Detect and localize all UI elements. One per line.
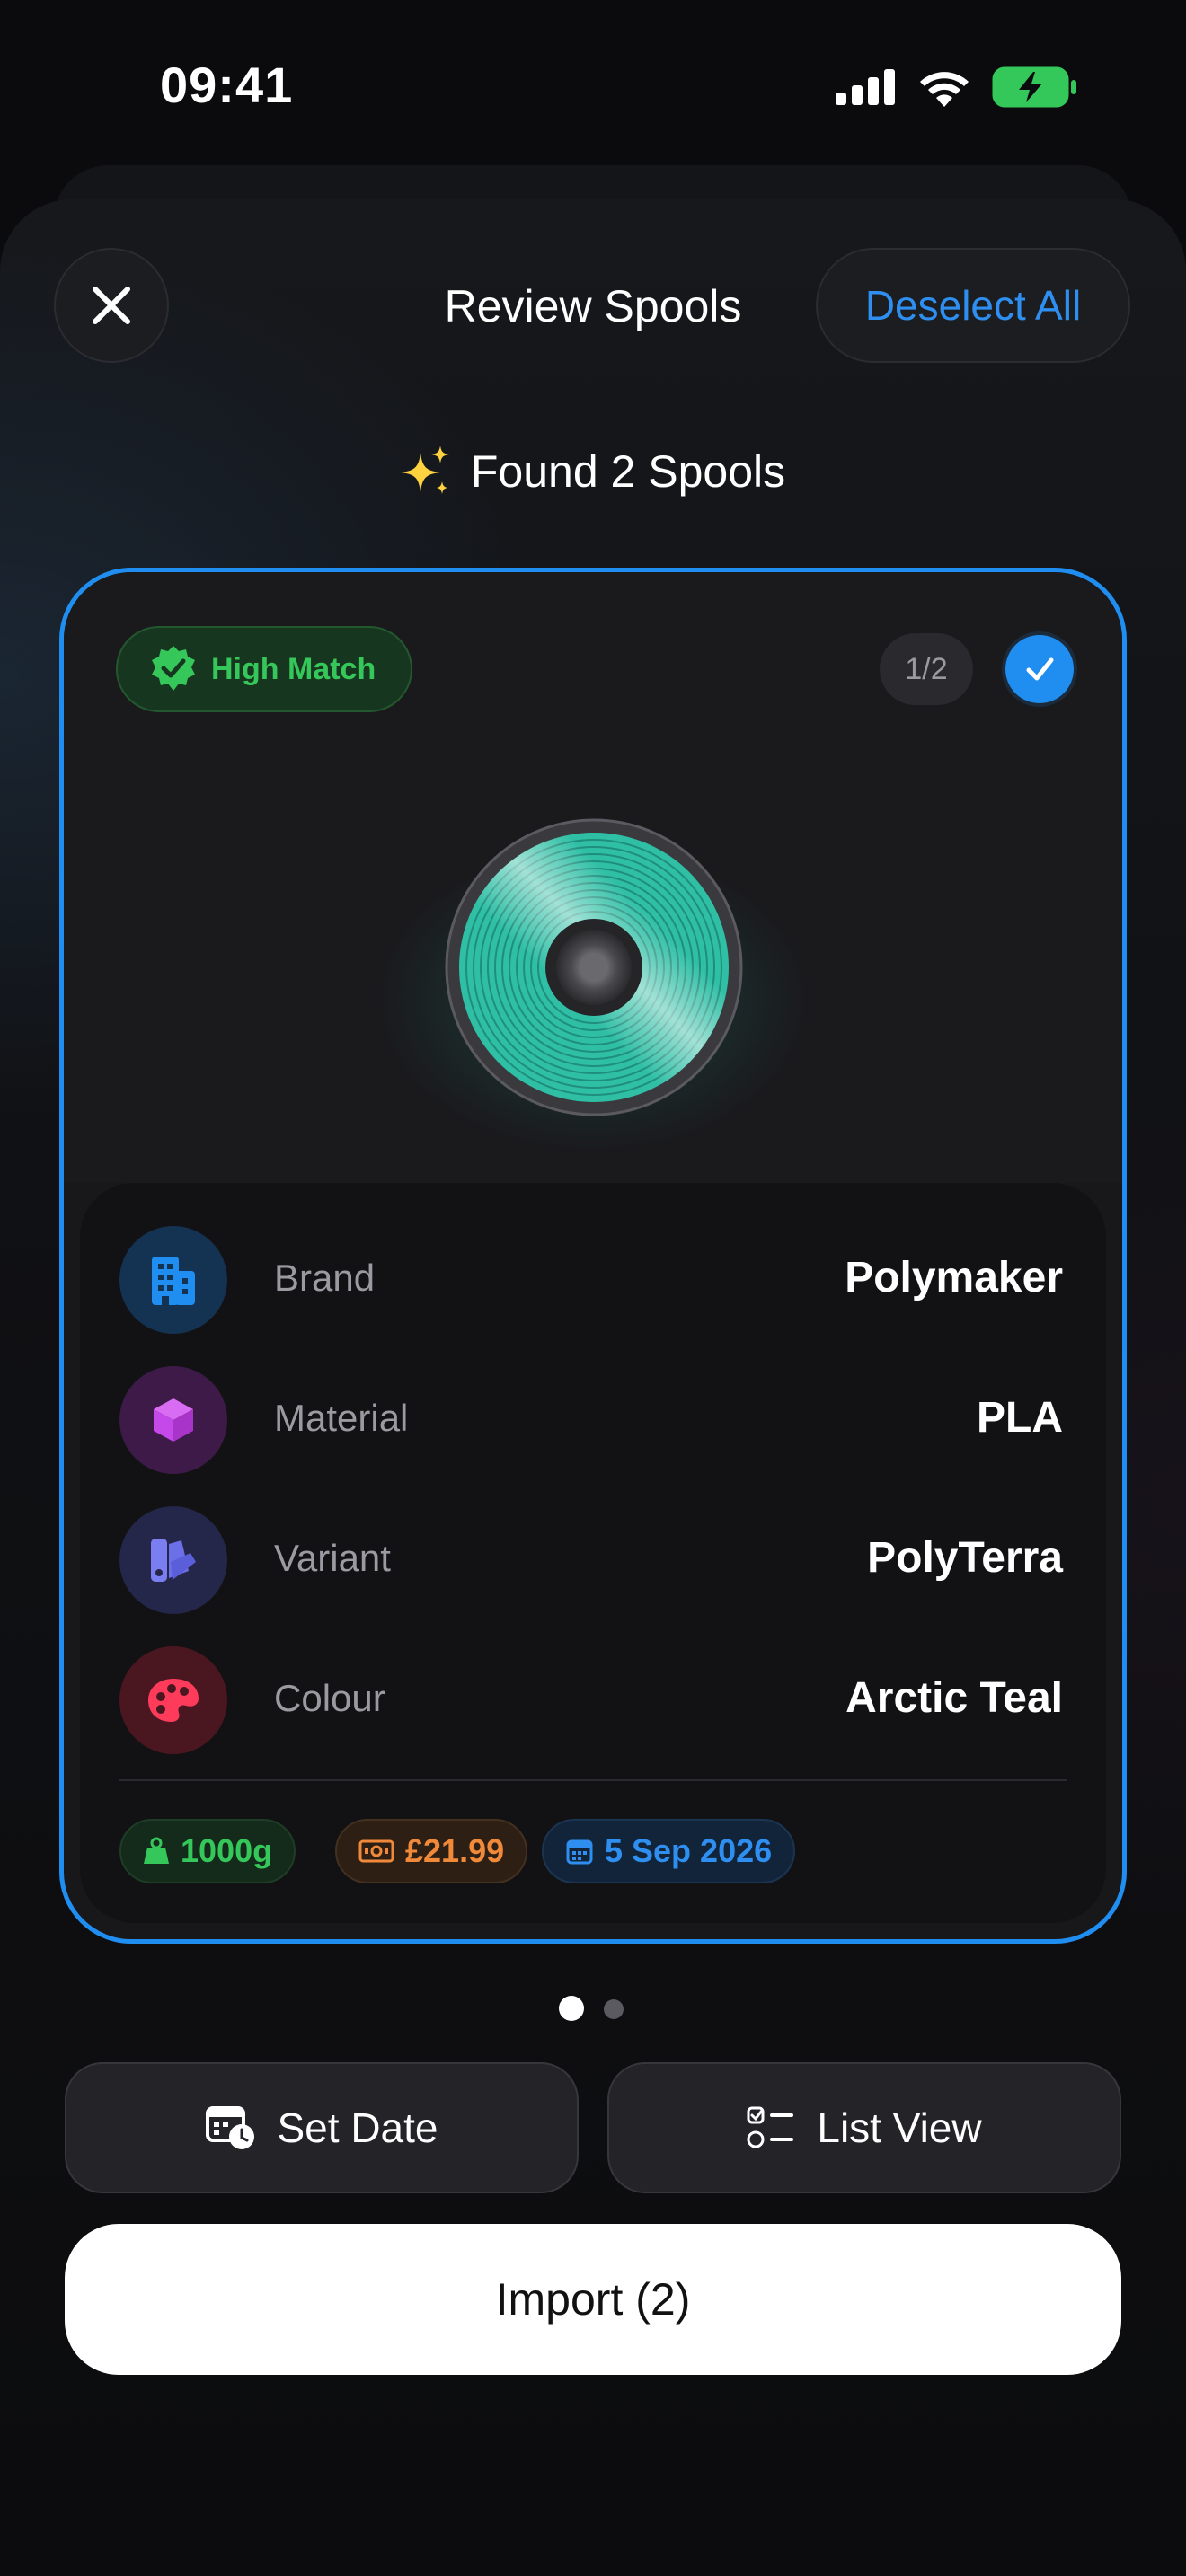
price-chip: £21.99: [335, 1819, 528, 1883]
status-time: 09:41: [160, 57, 294, 113]
sparkles-icon: [400, 446, 449, 494]
spool-icon: [445, 818, 743, 1116]
price-value: £21.99: [405, 1832, 505, 1869]
divider: [119, 1779, 1067, 1781]
detail-value: PLA: [977, 1394, 1063, 1442]
select-checkbox[interactable]: [1005, 635, 1074, 703]
detail-row-variant: Variant PolyTerra: [80, 1504, 1106, 1616]
match-label: High Match: [211, 651, 376, 686]
found-summary: Found 2 Spools: [0, 446, 1186, 498]
spool-card[interactable]: High Match 1/2 Brand Polymaker Material …: [59, 568, 1127, 1944]
weight-chip: 1000g: [119, 1819, 296, 1883]
card-page-indicator: 1/2: [880, 633, 973, 705]
detail-row-material: Material PLA: [80, 1364, 1106, 1476]
detail-label: Colour: [274, 1677, 385, 1719]
checkmark-icon: [1026, 657, 1054, 681]
swatch-icon: [119, 1506, 227, 1614]
page-dot[interactable]: [604, 1999, 624, 2019]
spool-details-panel: Brand Polymaker Material PLA Variant Pol…: [80, 1183, 1106, 1923]
battery-charging-icon: [992, 66, 1076, 108]
date-value: 5 Sep 2026: [605, 1832, 773, 1869]
detail-value: Arctic Teal: [845, 1674, 1063, 1722]
calendar-clock-icon: [205, 2106, 254, 2149]
match-badge: High Match: [116, 626, 412, 712]
detail-value: Polymaker: [845, 1254, 1063, 1301]
building-icon: [119, 1226, 227, 1334]
detail-row-colour: Colour Arctic Teal: [80, 1645, 1106, 1756]
list-view-label: List View: [817, 2104, 982, 2151]
detail-row-brand: Brand Polymaker: [80, 1224, 1106, 1336]
palette-icon: [119, 1646, 227, 1754]
verified-badge-icon: [152, 646, 195, 691]
calendar-icon: [566, 1839, 593, 1865]
wifi-icon: [920, 72, 969, 107]
detail-label: Material: [274, 1397, 409, 1439]
set-date-label: Set Date: [277, 2104, 438, 2151]
status-icons: [836, 66, 1078, 108]
set-date-button[interactable]: Set Date: [65, 2062, 579, 2193]
banknote-icon: [358, 1839, 394, 1863]
list-view-button[interactable]: List View: [607, 2062, 1121, 2193]
detail-label: Variant: [274, 1537, 391, 1579]
detail-value: PolyTerra: [867, 1534, 1063, 1582]
found-count-text: Found 2 Spools: [470, 446, 786, 497]
detail-label: Brand: [274, 1257, 376, 1299]
checklist-icon: [747, 2106, 794, 2148]
weight-icon: [144, 1837, 169, 1864]
deselect-all-button[interactable]: Deselect All: [816, 248, 1130, 363]
date-chip: 5 Sep 2026: [542, 1819, 796, 1883]
import-button[interactable]: Import (2): [65, 2224, 1121, 2375]
weight-value: 1000g: [181, 1832, 273, 1869]
cellular-signal-icon: [836, 69, 895, 105]
cube-icon: [119, 1366, 227, 1474]
page-dot-active[interactable]: [559, 1996, 584, 2021]
